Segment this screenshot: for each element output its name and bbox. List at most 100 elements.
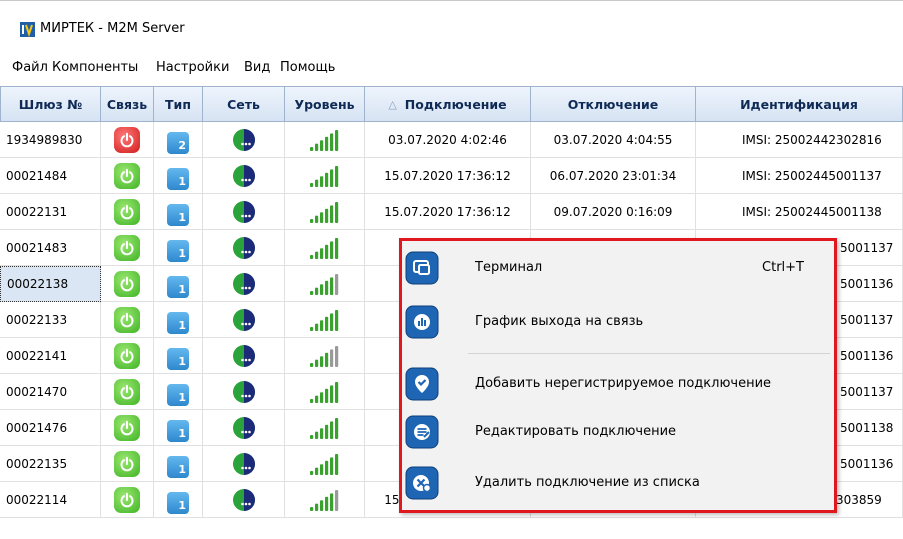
signal-bar [324,172,328,187]
signal-bar [309,434,313,439]
signal-bar [329,492,333,511]
app-logo-icon [20,22,35,37]
chart-icon [405,305,439,339]
ident-value: IMSI: 25002445001138 [742,204,882,219]
ident-value: 5001137 [840,384,894,399]
signal-bar [319,211,323,223]
network-globe-icon [232,128,255,151]
context-menu-item-label: Терминал [475,260,543,275]
column-header-disconnect[interactable]: Отключение [531,86,696,122]
signal-level-icon [309,129,338,151]
menu-file[interactable]: Файл [12,60,48,75]
cell-level [285,338,365,374]
signal-bar [309,182,313,187]
menu-components[interactable]: Компоненты [52,60,138,75]
column-header-ident-label: Идентификация [740,96,858,112]
cell-net [203,122,285,158]
cell-link [101,158,154,194]
cell-link [101,410,154,446]
cell-disconnect: 03.07.2020 4:04:55 [531,122,696,158]
context-menu-separator [468,353,830,354]
signal-bar [334,417,338,439]
menu-view[interactable]: Вид [244,60,270,75]
signal-level-icon [309,345,338,367]
signal-bar [319,283,323,295]
column-header-connect[interactable]: △ Подключение [365,86,531,122]
edit-connection-icon [405,415,439,449]
signal-bar [319,175,323,187]
cell-type: 1 [154,158,203,194]
cell-level [285,374,365,410]
column-header-type[interactable]: Тип [154,86,203,122]
disconnect-value: 03.07.2020 4:04:55 [553,132,673,147]
cell-ident: IMSI: 25002445001138 [696,194,903,230]
column-header-link[interactable]: Связь [101,86,154,122]
signal-level-icon [309,201,338,223]
cell-link [101,338,154,374]
signal-bar [309,218,313,223]
ident-value: IMSI: 25002445001137 [742,168,882,183]
table-row[interactable]: 00021484 1 15.07.2020 17:36:12 06.07.2020 2… [0,158,903,194]
context-menu-item-edit-connection[interactable]: Редактировать подключение [402,410,834,454]
table-row[interactable]: 00022131 1 15.07.2020 17:36:12 09.07.2020 0… [0,194,903,230]
signal-bar [324,136,328,151]
cell-ident: IMSI: 25002445001137 [696,158,903,194]
column-header-connect-label: Подключение [404,96,507,112]
context-menu-item-delete-connection[interactable]: Удалить подключение из списка [402,461,834,505]
cell-level [285,230,365,266]
signal-bar [324,352,328,367]
cell-link [101,302,154,338]
signal-bar [334,201,338,223]
ident-value: IMSI: 25002442302816 [742,132,882,147]
context-menu-item-chart[interactable]: График выхода на связь [402,300,834,344]
column-header-level[interactable]: Уровень [285,86,365,122]
column-header-network-label: Сеть [227,96,260,112]
signal-bar [314,215,318,223]
type-badge: 1 [167,239,189,262]
column-header-link-label: Связь [106,96,148,112]
menu-help[interactable]: Помощь [280,60,335,75]
network-globe-icon [232,272,255,295]
cell-type: 1 [154,446,203,482]
power-on-icon [114,486,140,513]
column-header-ident[interactable]: Идентификация [696,86,903,122]
app-title: МИРТЕК - M2M Server [40,21,185,36]
column-header-gateway-label: Шлюз № [18,96,83,112]
signal-bar [329,204,333,223]
column-header-network[interactable]: Сеть [203,86,285,122]
type-badge: 1 [167,347,189,370]
type-badge: 1 [167,419,189,442]
cell-link [101,266,154,302]
cell-level [285,446,365,482]
cell-level [285,194,365,230]
column-header-gateway[interactable]: Шлюз № [0,86,101,122]
cell-type: 2 [154,122,203,158]
context-menu-item-terminal[interactable]: Терминал Ctrl+T [402,246,834,290]
cell-type: 1 [154,374,203,410]
cell-connect: 15.07.2020 17:36:12 [365,158,531,194]
ident-value: 5001136 [840,276,894,291]
signal-bar [309,290,313,295]
signal-bar [329,456,333,475]
network-globe-icon [232,380,255,403]
cell-type: 1 [154,338,203,374]
signal-bar [324,424,328,439]
signal-bar [329,384,333,403]
type-badge: 1 [167,311,189,334]
network-globe-icon [232,488,255,511]
signal-bar [334,381,338,403]
gateway-value: 00022114 [6,492,68,507]
signal-bar [319,463,323,475]
signal-bar [334,129,338,151]
context-menu-item-add-connection[interactable]: Добавить нерегистрируемое подключение [402,362,834,406]
signal-bar [334,237,338,259]
cell-link [101,230,154,266]
menu-settings[interactable]: Настройки [156,60,229,75]
signal-bar [314,467,318,475]
cell-link [101,374,154,410]
type-badge: 1 [167,275,189,298]
signal-bar [309,362,313,367]
table-row[interactable]: 1934989830 2 03.07.2020 4:02:46 03.07.2020 … [0,122,903,158]
signal-bar [319,247,323,259]
signal-bar [329,348,333,367]
